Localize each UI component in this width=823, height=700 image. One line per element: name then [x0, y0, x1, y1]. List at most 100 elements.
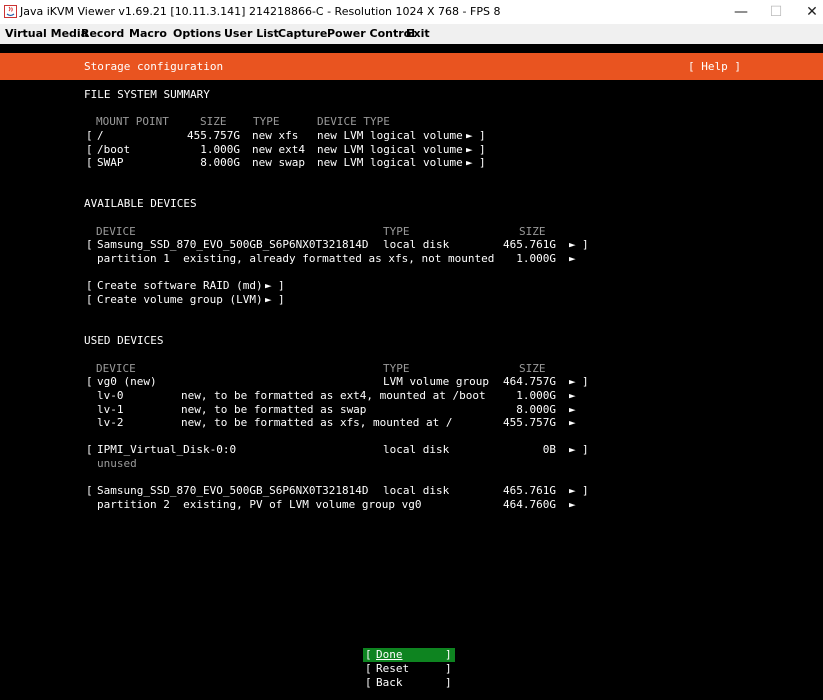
col-device: DEVICE: [96, 225, 136, 238]
row-close-bracket: ]: [479, 143, 486, 156]
col-type: TYPE: [383, 362, 410, 375]
row-arrow-icon: ►: [569, 498, 576, 511]
back-button[interactable]: [ Back ]: [363, 676, 455, 690]
vg-type: LVM volume group: [383, 375, 489, 388]
ipmi-name: IPMI_Virtual_Disk-0:0: [97, 443, 237, 456]
fs-type: new xfs: [252, 129, 299, 142]
fs-summary-heading: FILE SYSTEM SUMMARY: [84, 88, 210, 101]
row-open-bracket: [: [86, 156, 93, 169]
action-label: Create software RAID (md): [97, 279, 263, 292]
row-open-bracket: [: [86, 293, 93, 306]
row-arrow-icon: ►: [569, 443, 576, 456]
reset-label: Reset: [376, 662, 410, 675]
row-arrow-icon: ►: [265, 279, 272, 292]
help-button[interactable]: [ Help ]: [688, 60, 741, 74]
ipmi-size: 0B: [542, 443, 556, 456]
row-arrow-icon: ►: [569, 252, 576, 265]
row-close-bracket: ]: [479, 156, 486, 169]
button-open-bracket: [: [365, 648, 372, 661]
partition-desc: partition 2 existing, PV of LVM volume g…: [97, 498, 422, 511]
header-banner: Storage configuration [ Help ]: [0, 53, 823, 80]
disk-type: local disk: [383, 484, 450, 497]
lv-name: lv-0: [97, 389, 124, 402]
minimize-button[interactable]: —: [726, 2, 756, 22]
maximize-button[interactable]: ☐: [761, 2, 791, 22]
menu-options[interactable]: Options: [173, 27, 221, 40]
lv-size: 8.000G: [516, 403, 556, 416]
lv-desc: new, to be formatted as ext4, mounted at…: [181, 389, 486, 402]
lv-name: lv-2: [97, 416, 124, 429]
fs-size: 455.757G: [187, 129, 240, 142]
row-close-bracket: ]: [582, 238, 589, 251]
menu-bar: Virtual Media Record Macro Options User …: [0, 24, 823, 44]
disk-size: 465.761G: [503, 484, 556, 497]
disk-size: 465.761G: [503, 238, 556, 251]
row-arrow-icon: ►: [569, 389, 576, 402]
menu-capture[interactable]: Capture: [278, 27, 327, 40]
console-top-gap: [0, 44, 823, 53]
done-label: Done: [376, 648, 403, 661]
back-label: Back: [376, 676, 403, 689]
available-devices-heading: AVAILABLE DEVICES: [84, 197, 197, 210]
row-arrow-icon: ►: [569, 403, 576, 416]
col-size: SIZE: [519, 362, 546, 375]
col-device-type: DEVICE TYPE: [317, 115, 390, 128]
col-size: SIZE: [200, 115, 227, 128]
lv-name: lv-1: [97, 403, 124, 416]
fs-type: new ext4: [252, 143, 305, 156]
row-open-bracket: [: [86, 238, 93, 251]
row-arrow-icon: ►: [466, 129, 473, 142]
vg-size: 464.757G: [503, 375, 556, 388]
row-close-bracket: ]: [582, 484, 589, 497]
row-close-bracket: ]: [479, 129, 486, 142]
button-open-bracket: [: [365, 662, 372, 675]
fs-type: new swap: [252, 156, 305, 169]
ipmi-unused-note: unused: [97, 457, 137, 470]
row-close-bracket: ]: [582, 443, 589, 456]
col-size: SIZE: [519, 225, 546, 238]
row-close-bracket: ]: [582, 375, 589, 388]
menu-exit[interactable]: Exit: [406, 27, 430, 40]
menu-virtual-media[interactable]: Virtual Media: [5, 27, 88, 40]
row-open-bracket: [: [86, 443, 93, 456]
lv-desc: new, to be formatted as swap: [181, 403, 367, 416]
fs-mount: /: [97, 129, 104, 142]
row-close-bracket: ]: [278, 293, 285, 306]
fs-mount: /boot: [97, 143, 131, 156]
action-label: Create volume group (LVM): [97, 293, 263, 306]
window-titlebar: Java iKVM Viewer v1.69.21 [10.11.3.141] …: [0, 0, 823, 24]
menu-user-list[interactable]: User List: [224, 27, 279, 40]
ipmi-type: local disk: [383, 443, 450, 456]
fs-device-type: new LVM logical volume: [317, 156, 463, 169]
vg-name: vg0 (new): [97, 375, 157, 388]
col-type: TYPE: [253, 115, 280, 128]
lv-size: 455.757G: [503, 416, 556, 429]
java-app-icon: [4, 5, 17, 18]
fs-device-type: new LVM logical volume: [317, 129, 463, 142]
button-close-bracket: ]: [445, 662, 452, 675]
window-title: Java iKVM Viewer v1.69.21 [10.11.3.141] …: [20, 5, 501, 18]
close-button[interactable]: ✕: [797, 2, 823, 22]
disk-type: local disk: [383, 238, 450, 251]
row-arrow-icon: ►: [569, 375, 576, 388]
partition-desc: partition 1 existing, already formatted …: [97, 252, 495, 265]
row-arrow-icon: ►: [569, 416, 576, 429]
lv-desc: new, to be formatted as xfs, mounted at …: [181, 416, 453, 429]
row-arrow-icon: ►: [569, 238, 576, 251]
row-arrow-icon: ►: [265, 293, 272, 306]
button-close-bracket: ]: [445, 676, 452, 689]
row-arrow-icon: ►: [466, 143, 473, 156]
button-close-bracket: ]: [445, 648, 452, 661]
partition-size: 464.760G: [503, 498, 556, 511]
button-open-bracket: [: [365, 676, 372, 689]
reset-button[interactable]: [ Reset ]: [363, 662, 455, 676]
done-button[interactable]: [ Done ]: [363, 648, 455, 662]
disk-name: Samsung_SSD_870_EVO_500GB_S6P6NX0T321814…: [97, 484, 369, 497]
menu-macro[interactable]: Macro: [129, 27, 167, 40]
menu-record[interactable]: Record: [81, 27, 124, 40]
menu-power-control[interactable]: Power Control: [327, 27, 415, 40]
fs-mount: SWAP: [97, 156, 124, 169]
col-device: DEVICE: [96, 362, 136, 375]
disk-name: Samsung_SSD_870_EVO_500GB_S6P6NX0T321814…: [97, 238, 369, 251]
row-open-bracket: [: [86, 143, 93, 156]
